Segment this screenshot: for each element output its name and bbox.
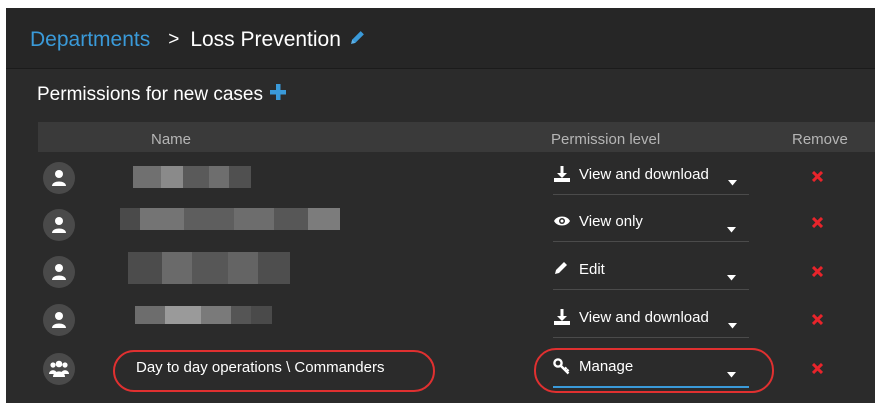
chevron-down-icon [727, 220, 736, 238]
permission-select[interactable]: Edit [553, 251, 749, 290]
highlight-annotation-name [113, 350, 435, 392]
download-icon [553, 165, 571, 188]
redacted-name [133, 166, 251, 188]
eye-icon [553, 212, 571, 235]
remove-button[interactable] [811, 170, 824, 186]
plus-icon[interactable] [269, 83, 287, 107]
user-icon [43, 209, 75, 241]
section-title: Permissions for new cases [37, 83, 287, 107]
page-title: Loss Prevention [190, 28, 341, 51]
permission-label: View and download [579, 166, 709, 183]
download-icon [553, 308, 571, 331]
group-icon [43, 353, 75, 385]
permission-select[interactable]: View only [553, 203, 749, 242]
remove-button[interactable] [811, 216, 824, 232]
section-title-text: Permissions for new cases [37, 84, 263, 105]
chevron-down-icon [728, 316, 737, 334]
permission-label: Edit [579, 261, 605, 278]
chevron-down-icon [728, 173, 737, 191]
chevron-down-icon [727, 268, 736, 286]
redacted-name [135, 306, 272, 324]
breadcrumb-separator: > [168, 29, 180, 50]
column-header-remove: Remove [792, 131, 848, 148]
permission-label: View and download [579, 309, 709, 326]
user-icon [43, 256, 75, 288]
column-header-name: Name [151, 131, 192, 148]
close-icon [811, 265, 824, 278]
close-icon [811, 216, 824, 229]
user-icon [43, 304, 75, 336]
close-icon [811, 362, 824, 375]
close-icon [811, 313, 824, 326]
pencil-icon[interactable] [349, 28, 366, 52]
remove-button[interactable] [811, 362, 824, 378]
permission-select[interactable]: View and download [553, 156, 749, 195]
remove-button[interactable] [811, 313, 824, 329]
user-icon [43, 162, 75, 194]
redacted-name [120, 208, 340, 230]
column-header-permission: Permission level [551, 131, 661, 148]
permission-select[interactable]: View and download [553, 299, 749, 338]
remove-button[interactable] [811, 265, 824, 281]
redacted-name [128, 252, 290, 284]
permission-label: View only [579, 213, 643, 230]
highlight-annotation-permission [534, 348, 774, 393]
close-icon [811, 170, 824, 183]
pencil-icon [553, 260, 569, 281]
breadcrumb: Departments > Loss Prevention [30, 28, 366, 52]
breadcrumb-departments-link[interactable]: Departments [30, 28, 150, 52]
